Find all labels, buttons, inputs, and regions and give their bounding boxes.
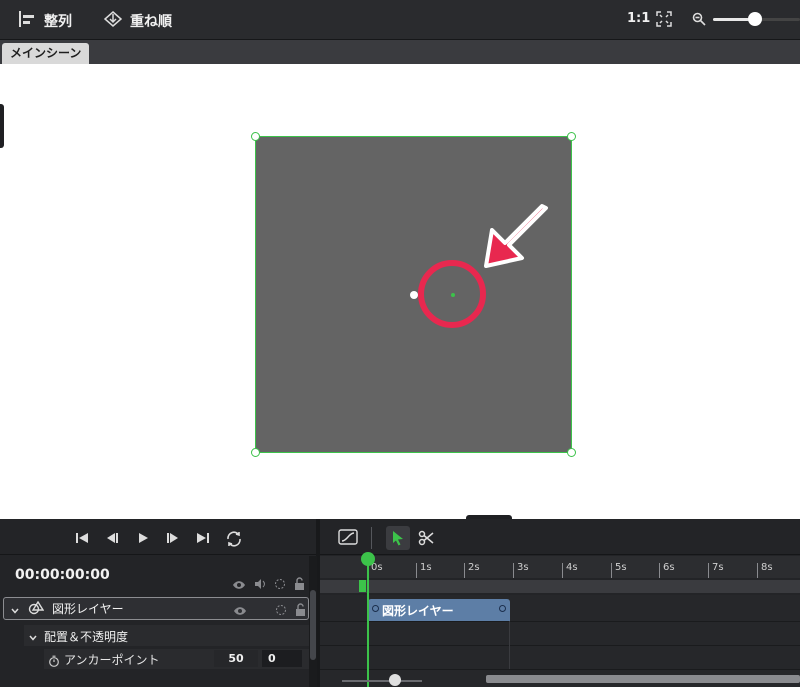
ruler-tick [757,563,758,578]
lock-icon[interactable] [295,601,307,620]
ruler-tick [659,563,660,578]
loop-icon[interactable] [225,530,243,552]
step-back-icon[interactable] [104,530,120,550]
playhead-line [367,560,369,687]
clip-end-guide [509,621,510,669]
panel-collapse-handle[interactable] [0,104,4,148]
solo-icon[interactable] [274,575,286,594]
property-name: アンカーポイント [64,653,160,667]
fit-screen-icon[interactable] [656,11,672,31]
transport-controls [0,519,318,555]
resize-handle-bottom-left[interactable] [251,448,260,457]
ruler-tick [708,563,709,578]
ruler-tick [416,563,417,578]
ruler-tick-label: 8s [761,562,773,573]
align-label: 整列 [44,14,72,30]
ruler-tick-label: 2s [468,562,480,573]
easing-curve-icon[interactable] [338,529,358,549]
property-group-name: 配置＆不透明度 [44,630,129,644]
global-layer-toggles [232,575,306,594]
timeline-horizontal-scrollbar[interactable] [486,675,800,683]
speaker-icon[interactable] [254,575,266,594]
zoom-slider-knob[interactable] [748,12,762,26]
zoom-ratio-button[interactable]: 1:1 [627,11,650,26]
highlight-circle [418,260,486,328]
zoom-icon [692,11,706,30]
ruler-tick [513,563,514,578]
layer-order-icon [103,10,123,32]
play-icon[interactable] [135,530,151,550]
timeline-zoom-slider[interactable] [342,680,422,682]
align-button[interactable]: 整列 [18,10,72,32]
layer-order-label: 重ね順 [130,14,172,30]
ruler-tick [611,563,612,578]
chevron-down-icon[interactable] [10,601,20,620]
anchor-x-field[interactable]: 50 [214,650,258,667]
step-forward-icon[interactable] [165,530,181,550]
anchor-y-field[interactable]: 0 [262,650,302,667]
layer-list-scroll-thumb[interactable] [310,590,316,660]
solo-icon[interactable] [275,601,287,620]
tab-main-scene[interactable]: メインシーン [2,43,90,64]
layer-order-button[interactable]: 重ね順 [103,10,172,32]
eye-icon[interactable] [233,601,247,620]
align-icon [18,10,36,32]
skip-start-icon[interactable] [74,530,90,550]
cut-tool-icon[interactable] [418,530,434,550]
ruler-tick-label: 5s [615,562,627,573]
stopwatch-icon[interactable] [48,652,60,671]
shape-layer-icon [28,600,45,619]
playhead-handle[interactable] [361,552,375,566]
track-separator [320,645,800,646]
zoom-slider-fill [713,18,749,21]
ruler-tick [562,563,563,578]
playhead-marker [359,580,366,592]
ruler-tick-label: 6s [663,562,675,573]
pointer-arrow-annotation [484,204,548,268]
eye-icon[interactable] [232,575,246,594]
clip-end-handle[interactable] [499,605,506,612]
ruler-tick-label: 4s [566,562,578,573]
ruler-tick-label: 3s [517,562,529,573]
clip-start-handle[interactable] [372,605,379,612]
chevron-down-icon[interactable] [28,628,38,647]
timeline-zoom-knob[interactable] [389,674,401,686]
track-separator [320,621,800,622]
work-area-bar[interactable] [320,580,800,593]
resize-handle-top-left[interactable] [251,132,260,141]
ruler-tick-label: 1s [420,562,432,573]
skip-end-icon[interactable] [195,530,211,550]
track-separator [320,669,800,670]
anchor-point-handle[interactable] [410,291,418,299]
scene-tab-strip [0,40,800,64]
clip-label: 図形レイヤー [382,604,454,618]
resize-handle-bottom-right[interactable] [567,448,576,457]
resize-handle-top-right[interactable] [567,132,576,141]
toolbar-separator [371,527,372,549]
lock-icon[interactable] [294,575,306,594]
layer-toggles [233,601,307,620]
ruler-tick-label: 7s [712,562,724,573]
layer-name: 図形レイヤー [52,602,124,616]
timecode-display[interactable]: 00:00:00:00 [15,567,110,583]
ruler-tick [464,563,465,578]
time-ruler[interactable] [320,556,800,578]
select-tool-icon[interactable] [391,530,405,550]
